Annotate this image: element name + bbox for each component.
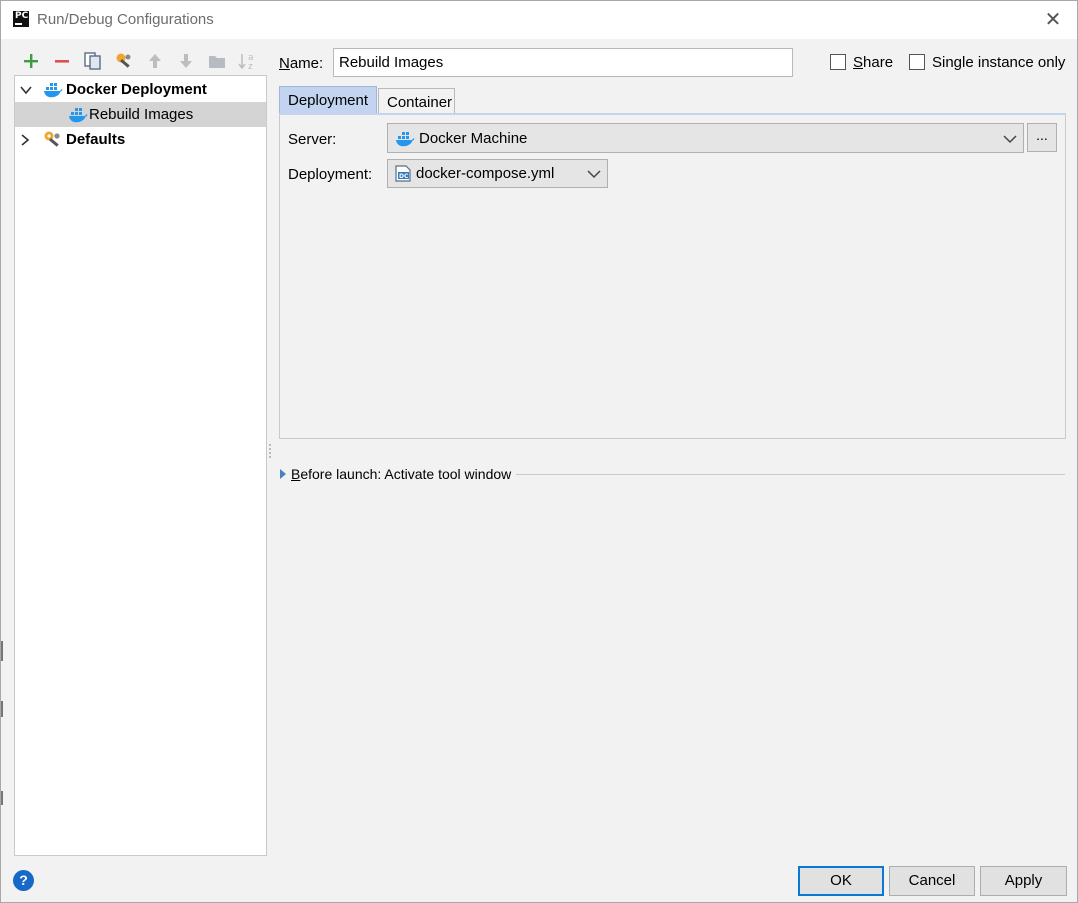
edge-mark [1,701,3,717]
wrench-icon [116,53,130,68]
before-launch-section[interactable]: Before launch: Activate tool window [279,466,1065,484]
deployment-tab-panel: Server: Docker Machine Deployment: DC do… [279,113,1066,439]
docker-icon [69,108,88,123]
chevron-down-icon [587,170,601,179]
app-icon-text: PC [15,11,29,21]
arrow-down-icon [179,54,192,68]
title-bar: PC Run/Debug Configurations ✕ [1,1,1077,39]
move-down-button[interactable] [170,49,201,73]
share-checkbox[interactable] [830,54,846,70]
triangle-right-icon[interactable] [279,469,287,479]
sort-button[interactable]: a z [232,49,263,73]
tree-item-rebuild-images[interactable]: Rebuild Images [15,102,266,127]
plus-icon [23,54,38,68]
cancel-button[interactable]: Cancel [889,866,975,896]
svg-text:DC: DC [399,173,409,180]
pycharm-app-icon: PC [13,11,29,27]
server-value: Docker Machine [419,130,528,147]
config-toolbar: a z [15,49,263,73]
server-dropdown[interactable]: Docker Machine [387,123,1024,153]
tree-item-label: Defaults [66,131,126,148]
move-up-button[interactable] [139,49,170,73]
chevron-down-icon [1003,135,1017,144]
sort-az-icon: a z [237,53,253,71]
single-instance-checkbox[interactable] [909,54,925,70]
apply-button[interactable]: Apply [980,866,1067,896]
docker-compose-file-icon: DC [395,165,411,182]
chevron-down-icon[interactable] [19,83,33,97]
chevron-right-icon[interactable] [18,133,32,147]
run-debug-dialog: PC Run/Debug Configurations ✕ a z Docker… [0,0,1078,903]
name-label: Name: [279,55,324,72]
server-label: Server: [288,131,337,148]
edge-mark [1,641,3,661]
svg-text:z: z [248,62,253,71]
docker-icon [396,132,415,147]
docker-icon [44,83,63,98]
folder-icon [208,55,225,68]
copy-configuration-button[interactable] [77,49,108,73]
tab-deployment[interactable]: Deployment [279,86,377,114]
deployment-value: docker-compose.yml [416,165,555,182]
tree-item-label: Docker Deployment [66,81,207,98]
deployment-dropdown[interactable]: DC docker-compose.yml [387,159,608,188]
remove-configuration-button[interactable] [46,49,77,73]
folder-button[interactable] [201,49,232,73]
arrow-up-icon [148,54,161,68]
tree-item-docker-deployment[interactable]: Docker Deployment [15,77,266,102]
tree-item-defaults[interactable]: Defaults [15,127,266,152]
tree-item-label: Rebuild Images [89,106,194,123]
edge-mark [1,791,3,805]
server-browse-button[interactable]: ... [1027,123,1057,152]
edit-defaults-button[interactable] [108,49,139,73]
share-label[interactable]: Share [853,54,893,71]
close-icon[interactable]: ✕ [1043,9,1063,29]
configuration-tree: Docker Deployment Rebuild Images Default… [14,75,267,856]
wrench-gear-icon [44,131,60,147]
single-instance-label[interactable]: Single instance only [932,54,1065,71]
divider [516,474,1065,475]
splitter-handle[interactable] [268,443,272,461]
help-button[interactable]: ? [13,870,34,891]
deployment-label: Deployment: [288,166,373,183]
minus-icon [54,60,69,63]
tab-container[interactable]: Container [378,88,455,114]
window-title: Run/Debug Configurations [37,11,214,28]
add-configuration-button[interactable] [15,49,46,73]
ok-button[interactable]: OK [798,866,884,896]
before-launch-title[interactable]: Before launch: Activate tool window [291,466,511,482]
name-input[interactable] [333,48,793,77]
copy-icon [83,52,101,70]
